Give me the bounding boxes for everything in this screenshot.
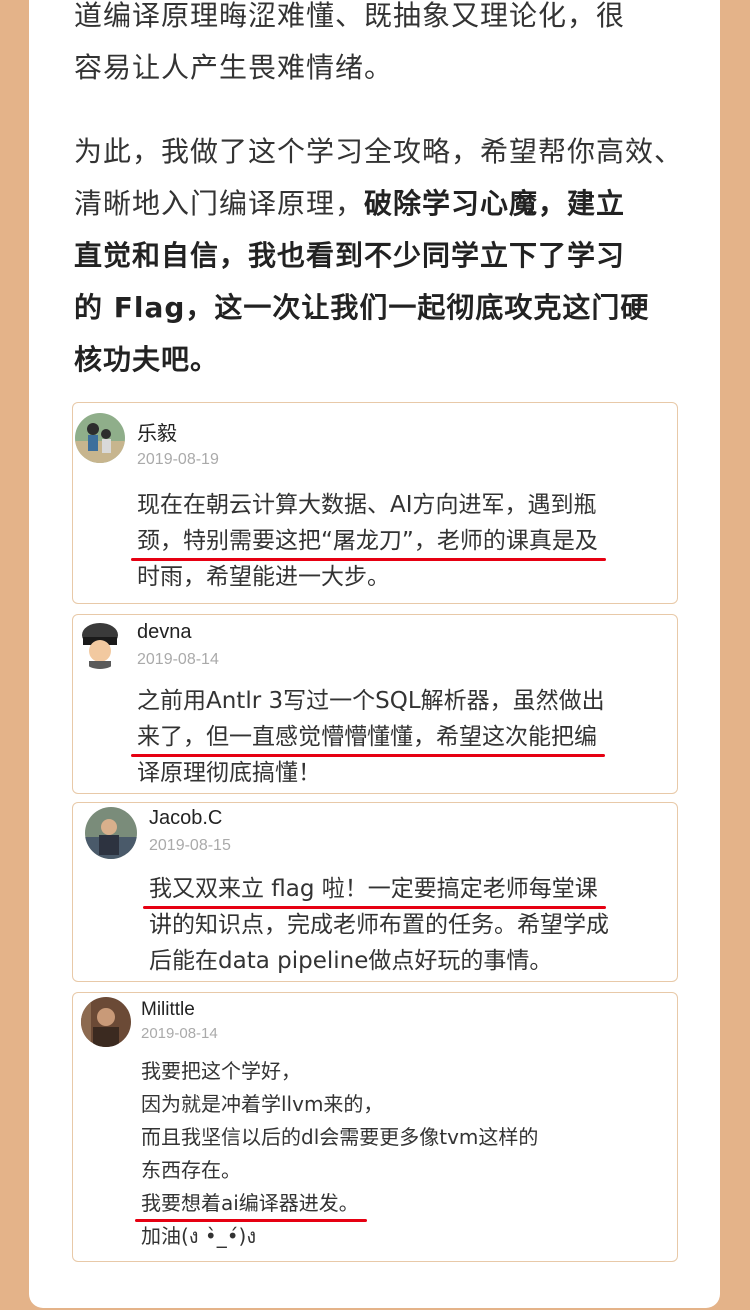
avatar[interactable] bbox=[75, 619, 125, 669]
comment-text: 我要把这个学好， 因为就是冲着学llvm来的， 而且我坚信以后的dl会需要更多像… bbox=[135, 1055, 539, 1253]
comment-line: 现在在朝云计算大数据、AI方向进军，遇到瓶 bbox=[137, 492, 597, 518]
comment-line: 加油(ง •̀_•́)ง bbox=[141, 1224, 257, 1248]
comment-line: 因为就是冲着学llvm来的， bbox=[141, 1092, 384, 1116]
avatar[interactable] bbox=[81, 997, 131, 1047]
comment-line-highlighted: 颈，特别需要这把“屠龙刀”，老师的课真是及 bbox=[131, 523, 606, 561]
comment-line-highlighted: 我要想着ai编译器进发。 bbox=[135, 1187, 367, 1222]
intro-paragraph-1: 道编译原理晦涩难懂、既抽象又理论化，很 容易让人产生畏难情绪。 bbox=[74, 0, 684, 94]
comment-username: Jacob.C bbox=[149, 807, 223, 829]
intro-p2-line4-bold: 的 Flag，这一次让我们一起彻底攻克这门硬 bbox=[74, 291, 650, 324]
intro-p2-line2-normal: 清晰地入门编译原理， bbox=[74, 187, 365, 220]
comment-line-highlighted: 我又双来立 flag 啦！一定要搞定老师每堂课 bbox=[143, 871, 606, 909]
comment-line: 后能在data pipeline做点好玩的事情。 bbox=[149, 948, 553, 974]
comment-line: 东西存在。 bbox=[141, 1158, 241, 1182]
avatar[interactable] bbox=[75, 413, 125, 463]
comment-text: 之前用Antlr 3写过一个SQL解析器，虽然做出 来了，但一直感觉懵懵懂懂，希… bbox=[131, 683, 605, 791]
comment-date: 2019-08-15 bbox=[149, 837, 231, 854]
comment-card-2: devna 2019-08-14 之前用Antlr 3写过一个SQL解析器，虽然… bbox=[72, 614, 678, 794]
comment-username: devna bbox=[137, 621, 192, 643]
comment-line: 时雨，希望能进一大步。 bbox=[137, 564, 390, 590]
comment-date: 2019-08-14 bbox=[141, 1025, 218, 1042]
comment-line: 之前用Antlr 3写过一个SQL解析器，虽然做出 bbox=[137, 688, 605, 714]
intro-p2-line1: 为此，我做了这个学习全攻略，希望帮你高效、 bbox=[74, 135, 684, 168]
comment-text: 现在在朝云计算大数据、AI方向进军，遇到瓶 颈，特别需要这把“屠龙刀”，老师的课… bbox=[131, 487, 606, 595]
avatar[interactable] bbox=[85, 807, 137, 859]
comment-username: 乐毅 bbox=[137, 423, 177, 445]
comment-date: 2019-08-14 bbox=[137, 651, 219, 668]
comment-line: 而且我坚信以后的dl会需要更多像tvm这样的 bbox=[141, 1125, 539, 1149]
comment-line: 译原理彻底搞懂！ bbox=[137, 760, 321, 786]
intro-p2-line2-bold: 破除学习心魔，建立 bbox=[364, 187, 626, 220]
comment-date: 2019-08-19 bbox=[137, 451, 219, 468]
intro-p1-line2: 容易让人产生畏难情绪。 bbox=[74, 51, 394, 84]
intro-paragraph-2: 为此，我做了这个学习全攻略，希望帮你高效、 清晰地入门编译原理，破除学习心魔，建… bbox=[74, 126, 684, 386]
comment-line-highlighted: 来了，但一直感觉懵懵懂懂，希望这次能把编 bbox=[131, 719, 605, 757]
comment-line: 我要把这个学好， bbox=[141, 1059, 301, 1083]
comment-card-4: Milittle 2019-08-14 我要把这个学好， 因为就是冲着学llvm… bbox=[72, 992, 678, 1262]
comment-card-1: 乐毅 2019-08-19 现在在朝云计算大数据、AI方向进军，遇到瓶 颈，特别… bbox=[72, 402, 678, 604]
intro-p1-line1: 道编译原理晦涩难懂、既抽象又理论化，很 bbox=[74, 0, 626, 32]
intro-p2-line3-bold: 直觉和自信，我也看到不少同学立下了学习 bbox=[74, 239, 626, 272]
comment-line: 讲的知识点，完成老师布置的任务。希望学成 bbox=[149, 912, 609, 938]
comment-text: 我又双来立 flag 啦！一定要搞定老师每堂课 讲的知识点，完成老师布置的任务。… bbox=[143, 871, 609, 979]
intro-p2-line5-bold: 核功夫吧。 bbox=[74, 343, 220, 376]
comment-card-3: Jacob.C 2019-08-15 我又双来立 flag 啦！一定要搞定老师每… bbox=[72, 802, 678, 982]
comment-username: Milittle bbox=[141, 999, 195, 1020]
